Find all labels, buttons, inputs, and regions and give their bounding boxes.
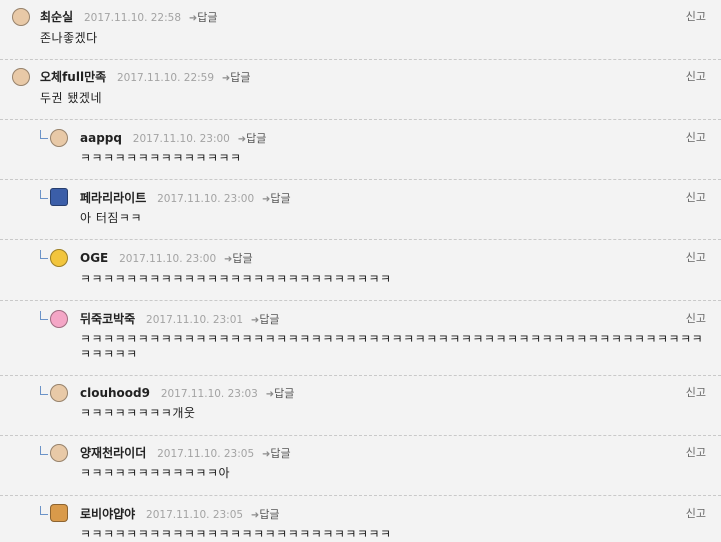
comment-item: 최순실 2017.11.10. 22:58 ➜답글 신고 존나좋겠다 bbox=[0, 0, 721, 60]
reply-label: 답글 bbox=[230, 71, 251, 84]
pink-face-avatar[interactable] bbox=[50, 310, 68, 328]
report-button[interactable]: 신고 bbox=[686, 190, 706, 206]
reply-indent-icon bbox=[40, 446, 48, 455]
reply-item: OGE 2017.11.10. 23:00 ➜답글 신고 ㅋㅋㅋㅋㅋㅋㅋㅋㅋㅋㅋ… bbox=[0, 240, 721, 301]
reply-label: 답글 bbox=[259, 508, 280, 521]
reply-arrow-icon: ➜ bbox=[237, 134, 247, 145]
reply-arrow-icon: ➜ bbox=[265, 389, 275, 400]
reply-indent-icon bbox=[40, 311, 48, 320]
reply-label: 답글 bbox=[197, 11, 218, 24]
reply-item: aappq 2017.11.10. 23:00 ➜답글 신고 ㅋㅋㅋㅋㅋㅋㅋㅋㅋ… bbox=[0, 120, 721, 180]
report-button[interactable]: 신고 bbox=[686, 311, 706, 327]
report-button[interactable]: 신고 bbox=[686, 9, 706, 25]
comment-text: ㅋㅋㅋㅋㅋㅋㅋㅋㅋㅋㅋㅋㅋㅋㅋㅋㅋㅋㅋㅋㅋㅋㅋㅋㅋㅋㅋㅋㅋㅋㅋㅋㅋㅋㅋㅋㅋㅋㅋㅋ… bbox=[80, 332, 704, 361]
comment-date: 2017.11.10. 23:00 bbox=[157, 193, 255, 205]
comment-text: 존나좋겠다 bbox=[40, 31, 98, 45]
comment-date: 2017.11.10. 22:58 bbox=[83, 12, 182, 24]
comment-text: ㅋㅋㅋㅋㅋㅋㅋㅋㅋㅋㅋㅋㅋㅋㅋㅋㅋㅋㅋㅋㅋㅋㅋㅋㅋㅋㅋ bbox=[80, 527, 392, 541]
reply-indent-icon bbox=[40, 506, 48, 515]
reply-button[interactable]: ➜답글 bbox=[222, 71, 251, 84]
comment-nickname[interactable]: aappq bbox=[80, 131, 122, 145]
comment-nickname[interactable]: 뒤죽코박죽 bbox=[80, 312, 135, 326]
old-man-glasses-avatar[interactable] bbox=[50, 444, 68, 462]
comment-text: ㅋㅋㅋㅋㅋㅋㅋㅋ개웃 bbox=[80, 406, 196, 420]
reply-button[interactable]: ➜답글 bbox=[262, 447, 291, 460]
reply-arrow-icon: ➜ bbox=[188, 13, 198, 24]
comment-text: ㅋㅋㅋㅋㅋㅋㅋㅋㅋㅋㅋㅋㅋㅋㅋㅋㅋㅋㅋㅋㅋㅋㅋㅋㅋㅋㅋ bbox=[80, 272, 392, 286]
reply-button[interactable]: ➜답글 bbox=[238, 132, 267, 145]
comment-date: 2017.11.10. 23:01 bbox=[146, 314, 244, 326]
comment-date: 2017.11.10. 23:00 bbox=[119, 253, 217, 265]
comment-nickname[interactable]: 최순실 bbox=[40, 10, 73, 24]
reply-item: 페라리라이트 2017.11.10. 23:00 ➜답글 신고 아 터짐ㅋㅋ bbox=[0, 180, 721, 240]
report-button[interactable]: 신고 bbox=[686, 385, 706, 401]
comment-date: 2017.11.10. 23:05 bbox=[146, 509, 244, 521]
comment-date: 2017.11.10. 23:05 bbox=[157, 448, 255, 460]
reply-label: 답글 bbox=[270, 192, 291, 205]
reply-item: clouhood9 2017.11.10. 23:03 ➜답글 신고 ㅋㅋㅋㅋㅋ… bbox=[0, 376, 721, 436]
yellow-face-avatar[interactable] bbox=[50, 249, 68, 267]
comment-date: 2017.11.10. 23:03 bbox=[160, 388, 258, 400]
reply-indent-icon bbox=[40, 130, 48, 139]
comment-nickname[interactable]: clouhood9 bbox=[80, 386, 150, 400]
report-button[interactable]: 신고 bbox=[686, 69, 706, 85]
reply-label: 답글 bbox=[274, 387, 295, 400]
comment-text: ㅋㅋㅋㅋㅋㅋㅋㅋㅋㅋㅋㅋ아 bbox=[80, 466, 231, 480]
report-button[interactable]: 신고 bbox=[686, 506, 706, 522]
old-man-glasses-avatar[interactable] bbox=[50, 384, 68, 402]
comment-date: 2017.11.10. 22:59 bbox=[116, 72, 215, 84]
reply-button[interactable]: ➜답글 bbox=[251, 313, 280, 326]
old-man-glasses-avatar[interactable] bbox=[12, 68, 30, 86]
reply-indent-icon bbox=[40, 190, 48, 199]
comment-date: 2017.11.10. 23:00 bbox=[132, 133, 230, 145]
comment-nickname[interactable]: 양재천라이더 bbox=[80, 446, 146, 460]
reply-label: 답글 bbox=[232, 252, 253, 265]
reply-item: 뒤죽코박죽 2017.11.10. 23:01 ➜답글 신고 ㅋㅋㅋㅋㅋㅋㅋㅋㅋ… bbox=[0, 301, 721, 376]
comment-item: 오체full만족 2017.11.10. 22:59 ➜답글 신고 두권 됐겠네 bbox=[0, 59, 721, 120]
reply-button[interactable]: ➜답글 bbox=[189, 11, 218, 24]
comment-text: ㅋㅋㅋㅋㅋㅋㅋㅋㅋㅋㅋㅋㅋㅋ bbox=[80, 151, 242, 165]
reply-indent-icon bbox=[40, 250, 48, 259]
reply-label: 답글 bbox=[259, 313, 280, 326]
report-button[interactable]: 신고 bbox=[686, 445, 706, 461]
comment-text: 아 터짐ㅋㅋ bbox=[80, 211, 143, 225]
comment-text: 두권 됐겠네 bbox=[40, 91, 103, 105]
reply-label: 답글 bbox=[270, 447, 291, 460]
reply-button[interactable]: ➜답글 bbox=[262, 192, 291, 205]
reply-label: 답글 bbox=[246, 132, 267, 145]
reply-button[interactable]: ➜답글 bbox=[224, 252, 253, 265]
old-man-glasses-avatar[interactable] bbox=[50, 129, 68, 147]
comment-nickname[interactable]: 페라리라이트 bbox=[80, 191, 146, 205]
reply-indent-icon bbox=[40, 386, 48, 395]
reply-arrow-icon: ➜ bbox=[221, 73, 231, 84]
comment-nickname[interactable]: 오체full만족 bbox=[40, 70, 106, 84]
reply-item: 로비야얍야 2017.11.10. 23:05 ➜답글 신고 ㅋㅋㅋㅋㅋㅋㅋㅋㅋ… bbox=[0, 496, 721, 541]
comment-nickname[interactable]: 로비야얍야 bbox=[80, 507, 135, 521]
reply-button[interactable]: ➜답글 bbox=[266, 387, 295, 400]
dog-avatar[interactable] bbox=[50, 504, 68, 522]
figure-avatar[interactable] bbox=[50, 188, 68, 206]
report-button[interactable]: 신고 bbox=[686, 130, 706, 146]
comment-nickname[interactable]: OGE bbox=[80, 251, 108, 265]
reply-button[interactable]: ➜답글 bbox=[251, 508, 280, 521]
report-button[interactable]: 신고 bbox=[686, 250, 706, 266]
reply-item: 양재천라이더 2017.11.10. 23:05 ➜답글 신고 ㅋㅋㅋㅋㅋㅋㅋㅋ… bbox=[0, 436, 721, 496]
old-man-glasses-avatar[interactable] bbox=[12, 8, 30, 26]
